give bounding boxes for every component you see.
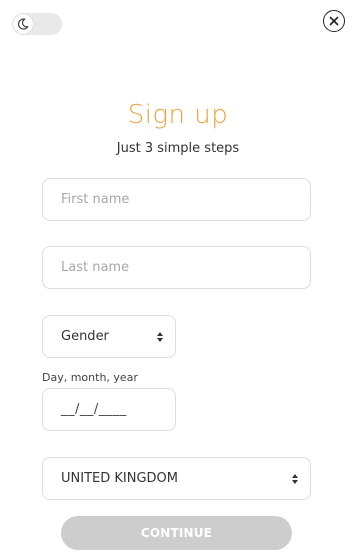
page-subtitle: Just 3 simple steps [116, 141, 240, 156]
close-button[interactable] [323, 10, 345, 32]
theme-toggle-knob[interactable] [13, 14, 33, 34]
close-icon [329, 16, 339, 26]
country-select-value: UNITED KINGDOM [61, 471, 178, 486]
first-name-input[interactable] [42, 178, 311, 221]
last-name-input[interactable] [42, 246, 311, 289]
dob-label: Day, month, year [42, 371, 138, 384]
select-arrows-icon [157, 331, 163, 342]
gender-select[interactable]: Gender [42, 315, 176, 358]
country-select[interactable]: UNITED KINGDOM [42, 457, 311, 500]
select-arrows-icon [292, 473, 298, 484]
continue-button[interactable]: CONTINUE [61, 516, 292, 550]
gender-select-value: Gender [61, 329, 109, 344]
moon-icon [17, 18, 29, 30]
dob-input-value: __/__/____ [61, 402, 127, 417]
dob-input[interactable]: __/__/____ [42, 388, 176, 431]
page-title: Sign up [127, 100, 229, 130]
theme-toggle[interactable] [12, 13, 62, 35]
